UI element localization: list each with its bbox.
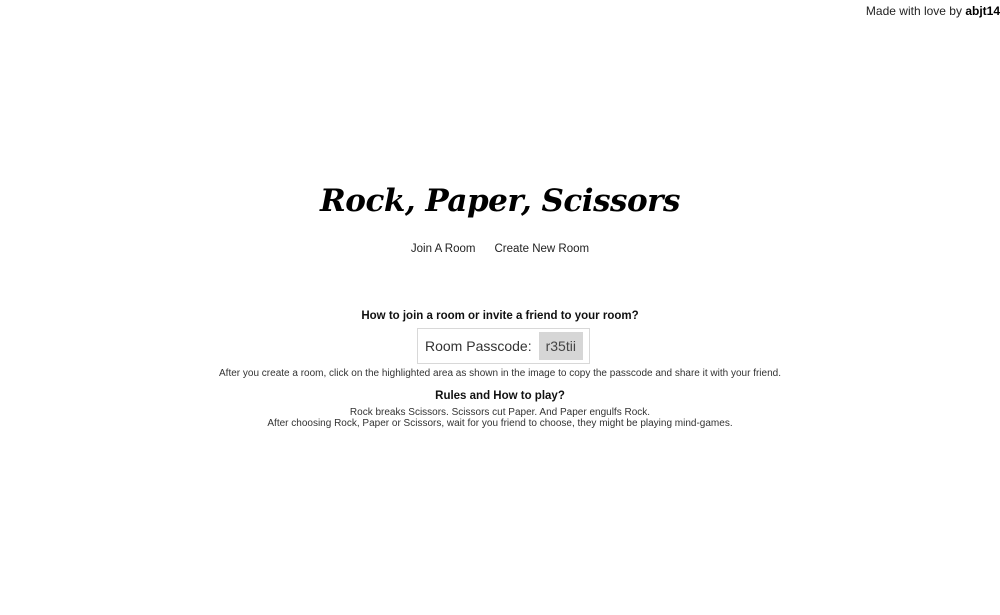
credit-line: Made with love by abjt14 [866,4,1000,18]
passcode-label: Room Passcode: [425,338,532,354]
passcode-value: r35tii [538,332,583,360]
main-nav: Join A Room Create New Room [0,243,1000,255]
page: Made with love by abjt14 Rock, Paper, Sc… [0,0,1000,615]
rules-line-1: Rock breaks Scissors. Scissors cut Paper… [349,407,651,418]
credit-prefix: Made with love by [865,4,962,18]
howto-heading: How to join a room or invite a friend to… [361,310,639,322]
page-title: Rock, Paper, Scissors [320,183,680,219]
create-room-link[interactable]: Create New Room [494,243,589,255]
passcode-example-image: Room Passcode: r35tii [417,328,590,364]
rules-line-2: After choosing Rock, Paper or Scissors, … [267,418,733,429]
howto-description: After you create a room, click on the hi… [219,368,781,379]
rules-heading: Rules and How to play? [435,390,565,402]
join-room-link[interactable]: Join A Room [411,243,476,255]
credit-author-link[interactable]: abjt14 [965,4,1000,18]
